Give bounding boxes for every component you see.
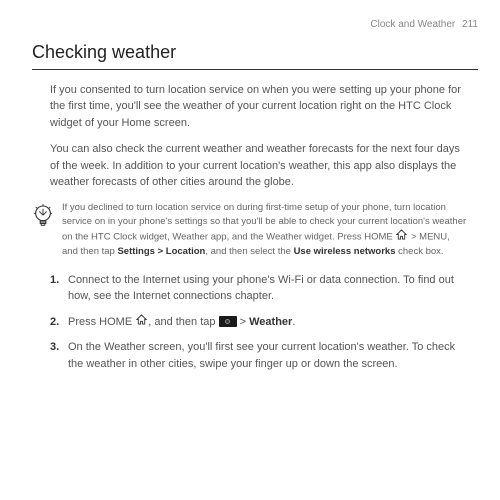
home-icon	[136, 314, 147, 331]
home-icon	[396, 229, 407, 245]
steps-list: Connect to the Internet using your phone…	[50, 272, 468, 373]
tip-text: If you declined to turn location service…	[62, 201, 468, 260]
page-number: 211	[462, 19, 478, 30]
step-3: On the Weather screen, you'll first see …	[50, 339, 468, 372]
app-launcher-icon	[219, 316, 237, 327]
step-1: Connect to the Internet using your phone…	[50, 272, 468, 305]
lightbulb-icon	[32, 203, 56, 236]
body-content: If you consented to turn location servic…	[22, 82, 478, 373]
intro-paragraph-1: If you consented to turn location servic…	[50, 82, 468, 132]
tip-box: If you declined to turn location service…	[32, 201, 468, 260]
section-name: Clock and Weather	[370, 19, 455, 30]
page-header: Clock and Weather 211	[22, 18, 478, 33]
page-title: Checking weather	[32, 39, 478, 70]
intro-paragraph-2: You can also check the current weather a…	[50, 141, 468, 191]
step-2: Press HOME , and then tap > Weather.	[50, 314, 468, 331]
